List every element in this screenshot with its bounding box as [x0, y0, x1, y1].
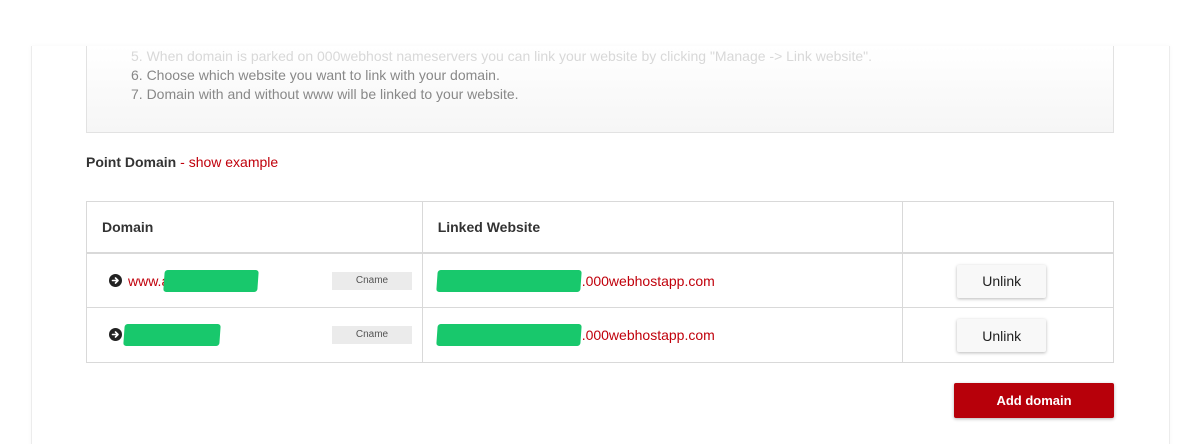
cname-badge: Cname	[332, 271, 412, 290]
domain-cell: Cname	[86, 307, 423, 363]
instruction-step-7: 7. Domain with and without www will be l…	[131, 86, 519, 102]
instruction-step-6: 6. Choose which website you want to link…	[131, 67, 500, 83]
domains-table: Domain Linked Website www.a Cname .000we…	[86, 201, 1114, 363]
linked-website-link[interactable]: .000webhostapp.com	[582, 273, 715, 289]
arrow-right-circle-icon	[109, 273, 122, 287]
linked-website-cell: .000webhostapp.com	[421, 252, 904, 308]
redacted-domain	[123, 324, 221, 346]
instructions-panel: 5. When domain is parked on 000webhost n…	[86, 46, 1114, 133]
table-row: www.a Cname .000webhostapp.com Unlink	[86, 252, 1114, 308]
linked-website-cell: .000webhostapp.com	[421, 307, 904, 363]
unlink-button[interactable]: Unlink	[957, 264, 1047, 298]
point-domain-heading: Point Domain - show example	[86, 154, 278, 170]
action-cell: Unlink	[902, 307, 1114, 363]
add-domain-button[interactable]: Add domain	[954, 383, 1114, 418]
table-header-row: Domain Linked Website	[86, 201, 1114, 254]
redacted-website	[435, 324, 582, 346]
point-domain-separator: -	[176, 154, 189, 170]
show-example-link[interactable]: show example	[189, 154, 279, 170]
unlink-button[interactable]: Unlink	[957, 319, 1047, 352]
domain-cell: www.a Cname	[86, 252, 423, 308]
column-header-actions	[902, 201, 1114, 254]
linked-website-link[interactable]: .000webhostapp.com	[582, 327, 715, 343]
point-domain-label: Point Domain	[86, 154, 177, 170]
redacted-website	[435, 269, 582, 292]
action-cell: Unlink	[902, 252, 1114, 308]
cname-badge: Cname	[332, 326, 412, 344]
redacted-domain	[163, 269, 259, 292]
arrow-right-circle-icon	[109, 328, 122, 341]
instruction-step-5: 5. When domain is parked on 000webhost n…	[131, 48, 873, 64]
column-header-linked-website: Linked Website	[421, 201, 904, 254]
table-row: Cname .000webhostapp.com Unlink	[86, 307, 1114, 363]
column-header-domain: Domain	[86, 201, 423, 254]
